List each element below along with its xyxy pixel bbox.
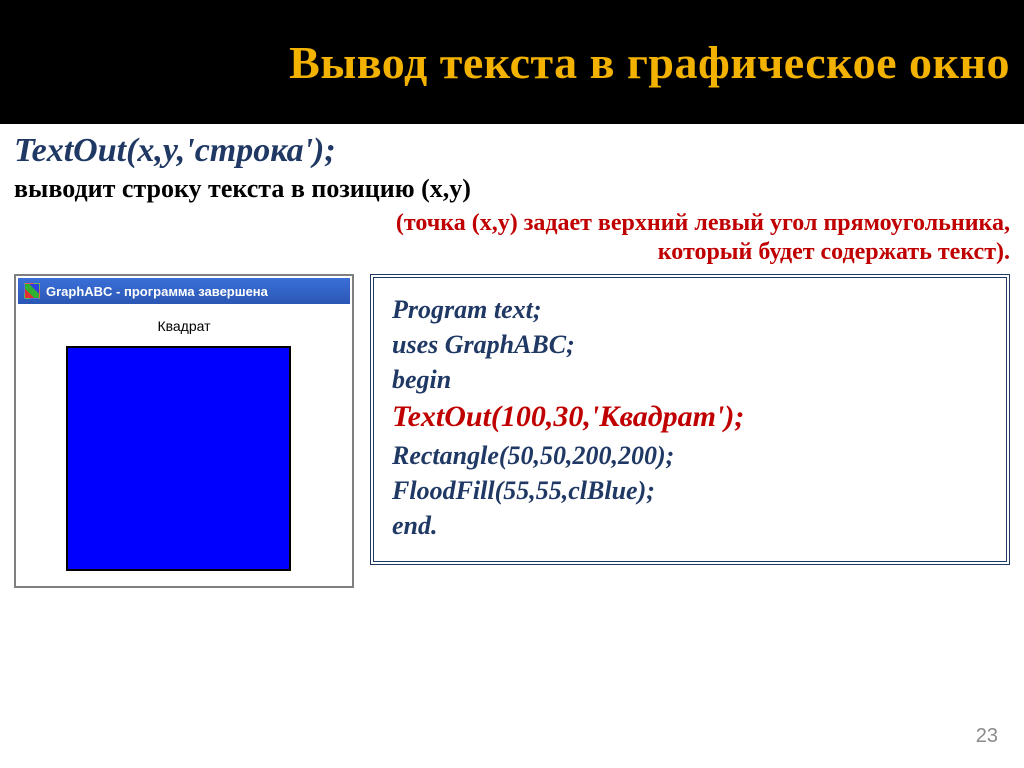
window-titlebar: GraphABC - программа завершена: [18, 278, 350, 304]
slide-title: Вывод текста в графическое окно: [289, 36, 1010, 89]
app-icon: [24, 283, 40, 299]
window-canvas: Квадрат: [18, 304, 350, 584]
output-window: GraphABC - программа завершена Квадрат: [14, 274, 354, 588]
syntax-line: TextOut(x,y,'строка');: [14, 132, 1010, 170]
code-box: Program text; uses GraphABC; begin TextO…: [370, 274, 1010, 565]
code-line-4-highlight: TextOut(100,30,'Квадрат');: [392, 397, 988, 438]
drawn-square: [66, 346, 291, 571]
page-number: 23: [976, 725, 998, 748]
hint-line-2: который будет содержать текст).: [14, 239, 1010, 266]
hint-line-1: (точка (x,y) задает верхний левый угол п…: [14, 210, 1010, 237]
code-line-5: Rectangle(50,50,200,200);: [392, 438, 988, 473]
description-line: выводит строку текста в позицию (x,y): [14, 174, 1010, 204]
code-line-1: Program text;: [392, 292, 988, 327]
code-line-7: end.: [392, 508, 988, 543]
code-line-2: uses GraphABC;: [392, 327, 988, 362]
two-column-row: GraphABC - программа завершена Квадрат P…: [14, 274, 1010, 588]
drawn-text-label: Квадрат: [157, 318, 210, 334]
title-band: Вывод текста в графическое окно: [0, 0, 1024, 124]
window-title-text: GraphABC - программа завершена: [46, 284, 268, 299]
code-line-6: FloodFill(55,55,clBlue);: [392, 473, 988, 508]
content-area: TextOut(x,y,'строка'); выводит строку те…: [0, 124, 1024, 588]
code-line-3: begin: [392, 362, 988, 397]
